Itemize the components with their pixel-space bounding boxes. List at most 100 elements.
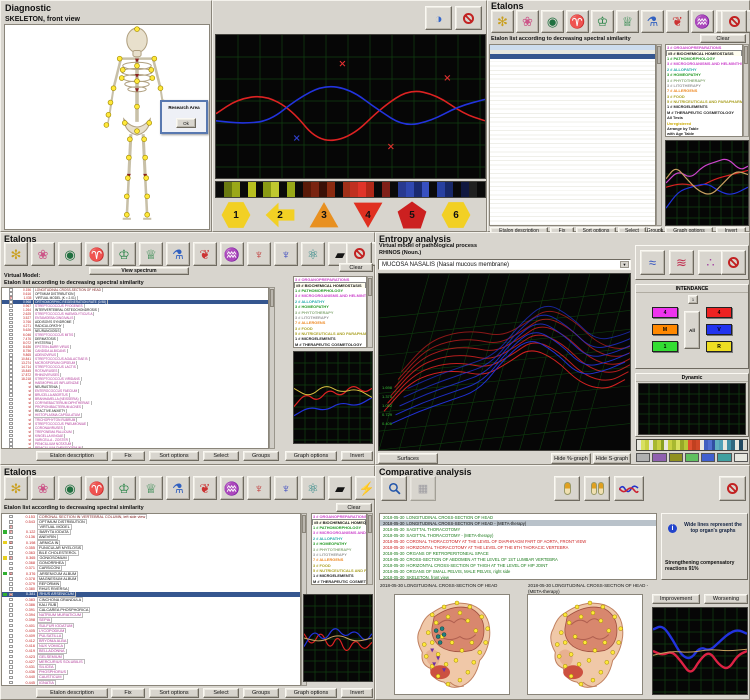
stop-button[interactable]	[719, 476, 746, 501]
toolbar-button[interactable]: ♒	[691, 10, 714, 33]
ok-button[interactable]: Ok	[176, 118, 196, 128]
toolbar-button[interactable]: ❀	[31, 476, 55, 500]
level-top-button[interactable]: 1	[688, 295, 698, 304]
invert-button[interactable]: Invert	[341, 688, 373, 698]
level-icon[interactable]: 1	[221, 201, 251, 229]
clear-button[interactable]: Clear	[336, 503, 372, 512]
invert-button[interactable]: Invert	[341, 451, 373, 461]
toolbar-button[interactable]: ♈	[566, 10, 589, 33]
toolbar-button[interactable]: ◉	[541, 10, 564, 33]
toolbar-button[interactable]: ⚗	[166, 242, 190, 266]
intensity-button[interactable]: 4	[706, 307, 732, 318]
toolbar-button[interactable]: ⚗	[641, 10, 664, 33]
groups-button[interactable]: Groups	[243, 688, 279, 698]
select-button[interactable]: Select	[203, 688, 239, 698]
toolbar-button[interactable]: ⚛	[301, 476, 325, 500]
palette-button[interactable]	[669, 453, 683, 462]
chart-button[interactable]: ≈	[640, 250, 665, 275]
checkbox[interactable]: ✗	[9, 525, 14, 529]
toolbar-button[interactable]: ♆	[247, 242, 271, 266]
search-button[interactable]	[381, 476, 407, 501]
toolbar-button[interactable]: ♈	[85, 476, 109, 500]
record-row[interactable]: 2018-05-30 SKELETON, front view	[380, 574, 656, 580]
chevron-down-icon[interactable]: ▼	[620, 261, 629, 268]
toolbar-button[interactable]: ♔	[112, 242, 136, 266]
category-list[interactable]: 3 # ORGANOPREPARATIONS #5 # BIOCHEMICAL …	[311, 513, 367, 585]
list-row[interactable]	[490, 54, 655, 59]
double-remedy-button[interactable]	[584, 476, 610, 501]
toolbar-button[interactable]: ⚛	[301, 242, 325, 266]
category-item[interactable]: #5 # BIOCHEMICAL HOMEOSTASIS	[294, 282, 366, 287]
category-item[interactable]: 5 # NUTRICEUTICALS AND PARAPHARMACEUTICA…	[666, 99, 742, 104]
head-image-after[interactable]	[527, 594, 643, 695]
clear-button[interactable]: Clear	[339, 263, 373, 272]
scrollbar[interactable]	[743, 44, 749, 137]
category-item[interactable]: #5 # BIOCHEMICAL HOMEOSTASIS	[312, 519, 366, 524]
intensity-button[interactable]: 4	[652, 307, 678, 318]
head-image-before[interactable]	[394, 594, 510, 695]
toolbar-button[interactable]: ♕	[139, 242, 163, 266]
toolbar-button[interactable]: ♆	[274, 242, 298, 266]
etalon-list[interactable]: 0.153 CORONAL SECTION IN VERTEBRAL COLUM…	[1, 513, 301, 686]
worsening-button[interactable]: Worsening	[704, 594, 748, 604]
single-remedy-button[interactable]	[554, 476, 580, 501]
stop-button[interactable]	[721, 250, 746, 275]
scrollbar[interactable]	[269, 287, 275, 449]
palette-button[interactable]	[636, 453, 650, 462]
toolbar-button[interactable]: ❀	[516, 10, 539, 33]
category-item[interactable]: with Age Table	[666, 131, 742, 136]
calendar-button[interactable]: ▦	[410, 476, 436, 501]
level-icon[interactable]: 5	[397, 201, 427, 229]
sort-options-button[interactable]: Sort options	[149, 451, 199, 461]
palette-button[interactable]	[734, 453, 748, 462]
toolbar-button[interactable]: ✻	[4, 476, 28, 500]
category-item[interactable]: M # THERAPEUTIC COSMETOLOGY	[666, 110, 742, 115]
etalon-description-button[interactable]: Etalon description	[36, 688, 108, 698]
category-item[interactable]: 1 # PATHOMORPHOLOGY	[312, 525, 366, 530]
entropy-spectrum-bar[interactable]	[636, 439, 748, 451]
stop-button[interactable]	[721, 10, 747, 33]
toolbar-button[interactable]: ✻	[491, 10, 514, 33]
hide-pct-graph-button[interactable]: Hide %-graph	[551, 453, 591, 464]
organ-combobox[interactable]: MUCOSA NASALIS (Nasal mucous membrane) ▼	[378, 259, 631, 270]
toolbar-button[interactable]: ❦	[193, 242, 217, 266]
toolbar-button[interactable]: ♔	[112, 476, 136, 500]
improvement-button[interactable]: Improvement	[652, 594, 700, 604]
scrollbar[interactable]	[367, 513, 373, 585]
chart-button[interactable]: ∴	[698, 250, 723, 275]
scrollbar[interactable]	[367, 276, 373, 348]
etalon-list[interactable]: 0.156 LONGITUDINAL CROSS-SECTION OF HEAD…	[1, 287, 269, 449]
level-icon[interactable]: 2	[265, 201, 295, 229]
palette-button[interactable]	[701, 453, 715, 462]
toolbar-button[interactable]: ♕	[616, 10, 639, 33]
category-item[interactable]: All Tests	[294, 347, 366, 348]
stop-button[interactable]	[455, 6, 482, 30]
chart-button[interactable]: ≋	[669, 250, 694, 275]
etalon-description-button[interactable]: Etalon description	[36, 451, 108, 461]
intensity-button[interactable]: 1	[652, 341, 678, 352]
surfaces-button[interactable]: Surfaces	[378, 453, 438, 464]
scrollbar[interactable]	[656, 44, 662, 226]
stop-button[interactable]	[346, 242, 372, 265]
hide-s-graph-button[interactable]: Hide S-graph	[593, 453, 631, 464]
etalon-list[interactable]	[489, 44, 656, 226]
toolbar-button[interactable]: ◉	[58, 242, 82, 266]
sort-options-button[interactable]: Sort options	[149, 688, 199, 698]
intensity-button[interactable]: R	[706, 341, 732, 352]
graph-options-button[interactable]: Graph options	[285, 451, 337, 461]
category-item[interactable]: 5 # NUTRICEUTICALS AND PARAPHARMACEUTICA…	[312, 568, 366, 573]
category-item[interactable]: 3 # MICROORGANISMS AND HELMINTHS	[294, 293, 366, 298]
category-item[interactable]: 3 # MICROORGANISMS AND HELMINTHS	[312, 530, 366, 535]
toolbar-button[interactable]: ♒	[220, 476, 244, 500]
category-item[interactable]: #5 # BIOCHEMICAL HOMEOSTASIS	[666, 50, 742, 55]
all-levels-button[interactable]: All	[684, 311, 700, 349]
intensity-button[interactable]: M	[652, 324, 678, 335]
skeleton-image[interactable]: Research Area Ok	[4, 24, 210, 230]
level-icon[interactable]: 4	[353, 201, 383, 229]
research-area-dialog[interactable]: Research Area Ok	[160, 100, 208, 134]
toolbar-button[interactable]: ✻	[4, 242, 28, 266]
category-list[interactable]: 3 # ORGANOPREPARATIONS #5 # BIOCHEMICAL …	[293, 276, 367, 348]
category-item[interactable]: 5 # NUTRICEUTICALS AND PARAPHARMACEUTICA…	[294, 331, 366, 336]
category-item[interactable]: 3 # MICROORGANISMS AND HELMINTHS	[666, 61, 742, 66]
fix-button[interactable]: Fix	[111, 688, 145, 698]
